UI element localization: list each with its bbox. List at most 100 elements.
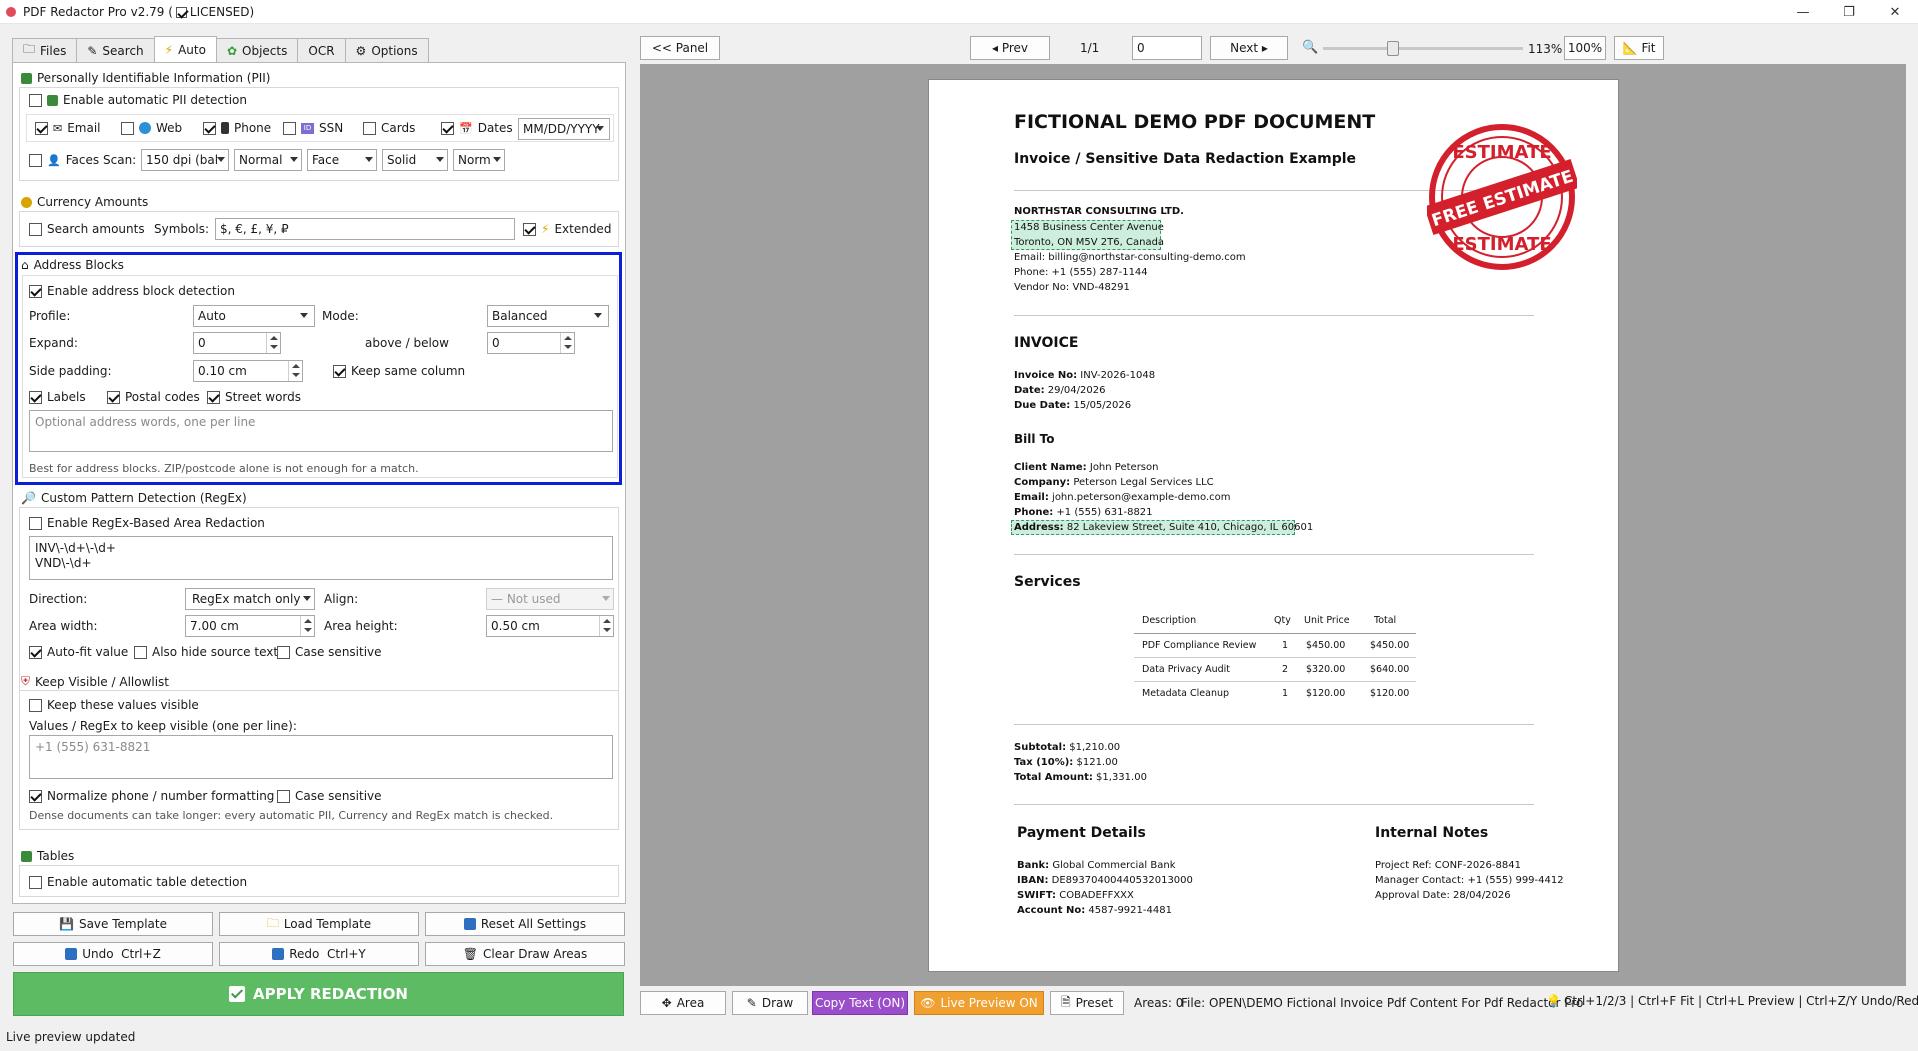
check-icon <box>229 986 246 1002</box>
scan-resolution-select[interactable]: 150 dpi (bal <box>141 149 229 171</box>
mail-icon: ✉ <box>53 121 63 135</box>
tax: Tax (10%): $121.00 <box>1014 757 1118 768</box>
search-amounts-option[interactable]: Search amounts <box>29 222 145 236</box>
area-width-spinner[interactable]: 7.00 cm <box>185 615 315 637</box>
pii-enable-checkbox[interactable] <box>29 93 42 107</box>
zoom-100-button[interactable]: 100% <box>1564 36 1606 60</box>
title-bar: PDF Redactor Pro v2.79 (LICENSED) — ❐ ✕ <box>0 0 1918 24</box>
expand-spinner[interactable]: 0 <box>193 332 281 354</box>
client-address: Address: 82 Lakeview Street, Suite 410, … <box>1014 522 1314 533</box>
undo-button[interactable]: Undo Ctrl+Z <box>13 942 213 966</box>
norm-select[interactable]: Norm <box>453 149 505 171</box>
status-text: Live preview updated <box>6 1030 136 1044</box>
ruler-icon: 📐 <box>1622 41 1638 55</box>
fill-style-select[interactable]: Solid <box>382 149 448 171</box>
regex-case-option[interactable]: Case sensitive <box>277 645 382 659</box>
reset-settings-button[interactable]: Reset All Settings <box>425 912 625 936</box>
globe-icon <box>139 122 151 134</box>
side-padding-spinner[interactable]: 0.10 cm <box>193 360 303 382</box>
direction-select[interactable]: RegEx match only <box>185 588 315 610</box>
objects-icon: ✿ <box>226 43 238 58</box>
next-page-button[interactable]: Next ▸ <box>1210 36 1288 60</box>
area-tool-button[interactable]: ✥ Area <box>640 991 726 1015</box>
prev-page-button[interactable]: ◂ Prev <box>970 36 1050 60</box>
table-row: Data Privacy Audit 2 $320.00 $640.00 <box>1134 658 1416 682</box>
street-words-option[interactable]: Street words <box>207 390 301 404</box>
manager-contact: Manager Contact: +1 (555) 999-4412 <box>1375 875 1564 886</box>
client-email: Email: john.peterson@example-demo.com <box>1014 492 1231 503</box>
allowlist-case-option[interactable]: Case sensitive <box>277 789 382 803</box>
pii-email-option[interactable]: ✉ Email <box>35 121 101 135</box>
preset-button[interactable]: 🗎 Preset <box>1050 991 1124 1015</box>
keep-visible-option[interactable]: Keep these values visible <box>29 698 199 712</box>
area-icon: ✥ <box>661 996 672 1010</box>
panel-toggle-button[interactable]: << Panel <box>640 36 720 60</box>
person-icon: 👤 <box>47 153 61 167</box>
tables-enable-option[interactable]: Enable automatic table detection <box>29 875 247 889</box>
copy-text-toggle[interactable]: Copy Text (ON) <box>812 991 908 1015</box>
tab-auto[interactable]: ⚡ Auto <box>153 36 217 62</box>
postal-codes-option[interactable]: Postal codes <box>107 390 200 404</box>
tab-files[interactable]: 🗀 Files <box>12 38 78 62</box>
areas-count: Areas: 0 <box>1134 996 1184 1010</box>
profile-select[interactable]: Auto <box>193 305 315 327</box>
tab-options[interactable]: ⚙ Options <box>344 38 429 62</box>
keep-column-option[interactable]: Keep same column <box>333 364 465 378</box>
clear-draw-areas-button[interactable]: 🗑 Clear Draw Areas <box>425 942 625 966</box>
fit-button[interactable]: 📐 Fit <box>1614 36 1664 60</box>
pii-cards-option[interactable]: Cards <box>363 121 415 135</box>
address-enable-option[interactable]: Enable address block detection <box>29 284 235 298</box>
tables-section-title: Tables <box>21 849 74 863</box>
window-title: PDF Redactor Pro v2.79 (LICENSED) <box>23 4 255 19</box>
labels-option[interactable]: Labels <box>29 390 86 404</box>
faces-option[interactable]: 👤 Faces <box>29 153 99 167</box>
pii-ssn-option[interactable]: ID SSN <box>283 121 343 135</box>
regex-enable-option[interactable]: Enable RegEx-Based Area Redaction <box>29 516 265 530</box>
live-preview-toggle[interactable]: 👁 Live Preview ON <box>914 991 1044 1015</box>
normalize-option[interactable]: Normalize phone / number formatting <box>29 789 274 803</box>
page-input[interactable]: 0 <box>1132 36 1202 60</box>
regex-patterns-input[interactable]: INV\-\d+\-\d+ VND\-\d+ <box>29 536 613 580</box>
pii-section-title: Personally Identifiable Information (PII… <box>21 71 270 85</box>
pdf-page[interactable]: FICTIONAL DEMO PDF DOCUMENT Invoice / Se… <box>928 79 1619 972</box>
above-below-spinner[interactable]: 0 <box>487 332 575 354</box>
address-words-input[interactable]: Optional address words, one per line <box>29 410 613 452</box>
id-card-icon: ID <box>301 122 314 134</box>
load-template-button[interactable]: 🗀 Load Template <box>219 912 419 936</box>
stamp-bottom-text: ESTIMATE <box>1452 234 1551 255</box>
pii-enable-row: Enable automatic PII detection <box>29 93 247 107</box>
pii-web-option[interactable]: Web <box>121 121 182 135</box>
align-select[interactable]: — Not used <box>486 588 614 610</box>
invoice-heading: INVOICE <box>1014 335 1079 351</box>
pencil-icon: ✎ <box>87 43 98 58</box>
draw-tool-button[interactable]: ✎ Draw <box>732 991 808 1015</box>
tab-ocr[interactable]: OCR <box>297 38 346 62</box>
tab-search[interactable]: ✎ Search <box>76 38 155 62</box>
lightbulb-icon: 💡 <box>1546 994 1561 1008</box>
minimize-button[interactable]: — <box>1780 0 1826 24</box>
pii-dates-option[interactable]: 📅 Dates <box>441 121 513 135</box>
allowlist-section-title: ⛨ Keep Visible / Allowlist <box>21 674 170 689</box>
hide-source-option[interactable]: Also hide source text <box>134 645 278 659</box>
coin-icon <box>21 196 32 208</box>
save-template-button[interactable]: 💾 Save Template <box>13 912 213 936</box>
restore-button[interactable]: ❐ <box>1826 0 1872 24</box>
zoom-slider-thumb[interactable] <box>1387 41 1399 56</box>
area-height-spinner[interactable]: 0.50 cm <box>486 615 614 637</box>
tab-objects[interactable]: ✿ Objects <box>215 38 299 62</box>
zoom-slider[interactable] <box>1323 47 1523 50</box>
allowlist-values-input[interactable]: +1 (555) 631-8821 <box>29 735 613 779</box>
table-header-description: Description <box>1142 615 1197 626</box>
mode-select[interactable]: Balanced <box>487 305 609 327</box>
redo-button[interactable]: Redo Ctrl+Y <box>219 942 419 966</box>
auto-fit-option[interactable]: Auto-fit value <box>29 645 128 659</box>
scan-mode-select[interactable]: Normal <box>234 149 302 171</box>
detect-target-select[interactable]: Face <box>307 149 377 171</box>
pii-phone-option[interactable]: Phone <box>203 121 271 135</box>
address-section-title: ⌂ Address Blocks <box>21 258 124 272</box>
date-format-select[interactable]: MM/DD/YYYY <box>518 118 610 140</box>
close-button[interactable]: ✕ <box>1872 0 1918 24</box>
symbols-input[interactable]: $, €, £, ¥, ₽ <box>215 218 515 240</box>
apply-redaction-button[interactable]: APPLY REDACTION <box>13 972 624 1016</box>
extended-option[interactable]: ⚡ Extended <box>523 222 611 236</box>
